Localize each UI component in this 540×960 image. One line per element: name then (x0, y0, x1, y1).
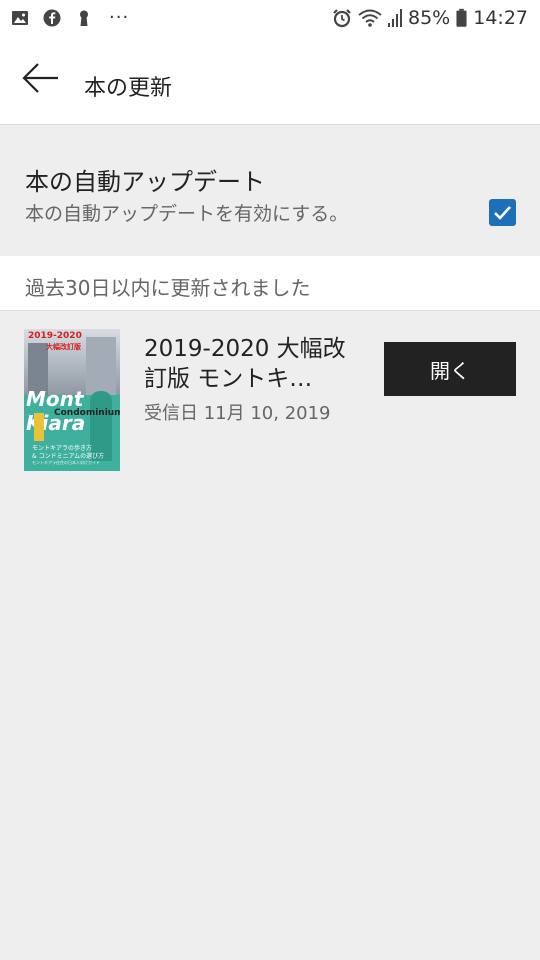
auto-update-setting[interactable]: 本の自動アップデート 本の自動アップデートを有効にする。 (0, 126, 540, 256)
battery-percent: 85% (408, 7, 451, 29)
cover-subtitle: 大幅改訂版 (46, 343, 81, 351)
image-icon (12, 11, 28, 25)
facebook-icon (43, 9, 61, 27)
wifi-icon (358, 9, 382, 27)
status-right-icons: 85% 14:27 (332, 7, 528, 29)
cover-line: モントキアラ在住の日本人向けガイド (32, 460, 100, 465)
more-dots-icon: ··· (109, 7, 130, 28)
battery-icon (456, 8, 467, 27)
signal-icon (388, 9, 402, 27)
status-left-icons: ··· (11, 9, 129, 27)
status-bar: ··· 85% 14:27 (0, 0, 540, 38)
auto-update-title: 本の自動アップデート (25, 168, 265, 196)
book-cover[interactable]: 2019-2020 大幅改訂版 Mont Kiara Condominium モ… (24, 329, 120, 471)
list-item: 2019-2020 大幅改訂版 Mont Kiara Condominium モ… (0, 312, 540, 492)
clock: 14:27 (473, 7, 528, 29)
cover-tower-graphic (34, 413, 44, 441)
cover-line: & コンドミニアムの選び方 (32, 453, 105, 460)
book-title[interactable]: 2019-2020 大幅改訂版 モントキ… (144, 334, 368, 394)
back-arrow-icon (22, 63, 58, 93)
page-title: 本の更新 (84, 76, 173, 101)
auto-update-checkbox[interactable] (489, 199, 516, 226)
cover-title: 2019-2020 (28, 331, 82, 341)
open-button[interactable]: 開く (384, 342, 516, 396)
check-icon (494, 206, 511, 220)
cover-condo-text: Condominium (54, 408, 120, 418)
app-bar: 本の更新 (0, 38, 540, 125)
section-header-label: 過去30日以内に更新されました (25, 276, 311, 300)
book-received-date: 受信日 11月 10, 2019 (144, 403, 331, 424)
back-button[interactable] (20, 58, 62, 100)
alarm-icon (333, 9, 351, 28)
auto-update-subtitle: 本の自動アップデートを有効にする。 (25, 203, 349, 225)
keyhole-icon (80, 10, 88, 26)
section-header: 過去30日以内に更新されました (0, 256, 540, 311)
